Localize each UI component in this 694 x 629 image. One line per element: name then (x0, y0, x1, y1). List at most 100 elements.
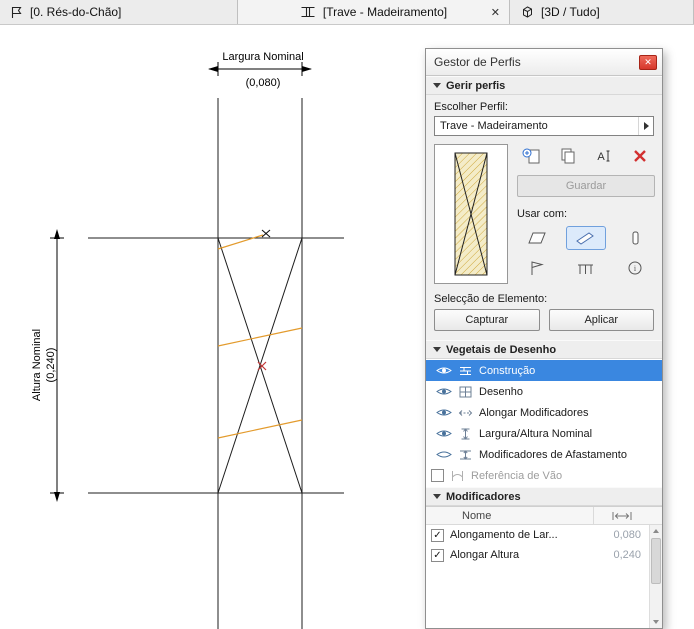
section-label: Gerir perfis (446, 80, 505, 92)
use-with-label: Usar com: (517, 208, 655, 220)
layer-label: Alongar Modificadores (479, 407, 588, 419)
column-header-name[interactable]: Nome (426, 510, 593, 522)
use-with-info-button[interactable]: i (615, 256, 655, 280)
modifier-checkbox[interactable]: ✓ (431, 549, 444, 562)
flag-icon (527, 260, 547, 276)
profile-toolbar: A (517, 144, 655, 168)
modifier-checkbox[interactable]: ✓ (431, 529, 444, 542)
check-icon: ✓ (433, 550, 441, 561)
save-button[interactable]: Guardar (517, 175, 655, 197)
span-reference-checkbox[interactable] (431, 469, 444, 482)
eye-closed-icon[interactable] (436, 449, 452, 460)
layer-item-stretch-modifiers[interactable]: Alongar Modificadores (426, 402, 662, 423)
dropdown-arrow-icon[interactable] (638, 117, 653, 135)
modifier-row-height[interactable]: ✓ Alongar Altura 0,240 (426, 545, 662, 565)
profile-construction-lines (88, 98, 344, 629)
eye-icon[interactable] (436, 386, 452, 397)
capture-button-label: Capturar (465, 314, 508, 326)
palette-close-button[interactable]: ✕ (639, 55, 657, 70)
rename-profile-icon: A (595, 148, 613, 164)
save-button-label: Guardar (566, 180, 606, 192)
choose-profile-label: Escolher Perfil: (434, 101, 654, 113)
section-header-drawing-layers[interactable]: Vegetais de Desenho (426, 340, 662, 359)
profile-actions-column: A Guardar Usar com: (517, 144, 655, 284)
beam-icon (576, 230, 596, 246)
layer-label: Largura/Altura Nominal (479, 428, 592, 440)
modifier-value-icon (611, 511, 633, 521)
layer-label: Desenho (479, 386, 523, 398)
layer-item-construction[interactable]: Construção (426, 360, 662, 381)
palette-title: Gestor de Perfis (434, 55, 521, 69)
modifier-name: Alongar Altura (450, 549, 593, 561)
column-header-value[interactable] (593, 507, 649, 524)
layer-item-nominal-size[interactable]: Largura/Altura Nominal (426, 423, 662, 444)
hotspot-marker (262, 230, 270, 237)
layer-item-offset-modifiers[interactable]: Modificadores de Afastamento (426, 444, 662, 465)
modifier-name: Alongamento de Lar... (450, 529, 593, 541)
table-scrollbar[interactable] (649, 525, 662, 628)
modifier-value: 0,240 (593, 549, 649, 561)
tab-3d-view[interactable]: [3D / Tudo] (510, 0, 694, 24)
duplicate-profile-icon (559, 147, 577, 165)
layer-label: Referência de Vão (471, 470, 562, 482)
apply-button-label: Aplicar (584, 314, 618, 326)
width-dim-value: (0,080) (246, 77, 281, 89)
stretch-modifier-lines (218, 235, 302, 438)
eye-icon[interactable] (436, 407, 452, 418)
origin-marker (258, 362, 266, 370)
capture-button[interactable]: Capturar (434, 309, 540, 331)
profile-preview-image (435, 145, 507, 283)
use-with-flag-button[interactable] (517, 256, 557, 280)
use-with-railing-button[interactable] (566, 256, 606, 280)
eye-icon[interactable] (436, 365, 452, 376)
drawing-icon (458, 385, 473, 399)
tab-profile-editor[interactable]: [Trave - Madeiramento] ✕ (238, 0, 510, 24)
height-dim-label: Altura Nominal (31, 329, 43, 401)
drawing-layers-list: Construção Desenho Alongar Modificadores (426, 359, 662, 487)
stretch-modifiers-icon (458, 406, 473, 420)
span-reference-icon (450, 469, 465, 483)
rename-profile-button[interactable]: A (591, 145, 617, 167)
chevron-down-icon (433, 347, 441, 352)
profile-manager-palette: Gestor de Perfis ✕ Gerir perfis Escolher… (425, 48, 663, 629)
svg-text:i: i (634, 264, 637, 273)
width-dimension (208, 62, 312, 76)
scroll-down-icon[interactable] (650, 616, 662, 628)
use-with-beam-button[interactable] (566, 226, 606, 250)
scrollbar-thumb[interactable] (651, 538, 661, 584)
offset-modifiers-icon (458, 448, 473, 462)
apply-button[interactable]: Aplicar (549, 309, 655, 331)
profile-preview-row: A Guardar Usar com: (434, 144, 654, 284)
chevron-down-icon (433, 83, 441, 88)
delete-profile-icon (633, 149, 647, 163)
wall-icon (527, 230, 547, 246)
modifiers-table: Nome ✓ Alongamento de Lar... 0,080 ✓ Alo… (426, 506, 662, 628)
section-header-manage-profiles[interactable]: Gerir perfis (426, 76, 662, 95)
delete-profile-button[interactable] (627, 145, 653, 167)
layer-item-span-reference[interactable]: Referência de Vão (426, 465, 662, 486)
selection-buttons: Capturar Aplicar (434, 309, 654, 331)
tab-label: [Trave - Madeiramento] (323, 5, 447, 19)
check-icon: ✓ (433, 530, 441, 541)
tab-close-icon[interactable]: ✕ (491, 6, 500, 19)
layer-label: Modificadores de Afastamento (479, 449, 627, 461)
tab-label: [0. Rés-do-Chão] (30, 5, 121, 19)
layer-item-drawing[interactable]: Desenho (426, 381, 662, 402)
use-with-wall-button[interactable] (517, 226, 557, 250)
chevron-down-icon (433, 494, 441, 499)
profile-preview (434, 144, 508, 284)
use-with-column-button[interactable] (615, 226, 655, 250)
scroll-up-icon[interactable] (650, 525, 662, 537)
profile-dropdown[interactable]: Trave - Madeiramento (434, 116, 654, 136)
modifier-row-width[interactable]: ✓ Alongamento de Lar... 0,080 (426, 525, 662, 545)
section-header-modifiers[interactable]: Modificadores (426, 487, 662, 506)
eye-icon[interactable] (436, 428, 452, 439)
section-label: Vegetais de Desenho (446, 344, 556, 356)
tab-label: [3D / Tudo] (541, 5, 600, 19)
tab-ground-floor[interactable]: [0. Rés-do-Chão] (0, 0, 238, 24)
duplicate-profile-button[interactable] (555, 145, 581, 167)
palette-titlebar[interactable]: Gestor de Perfis ✕ (426, 49, 662, 76)
modifier-value: 0,080 (593, 529, 649, 541)
element-selection-label: Selecção de Elemento: (434, 293, 654, 305)
new-profile-button[interactable] (519, 145, 545, 167)
